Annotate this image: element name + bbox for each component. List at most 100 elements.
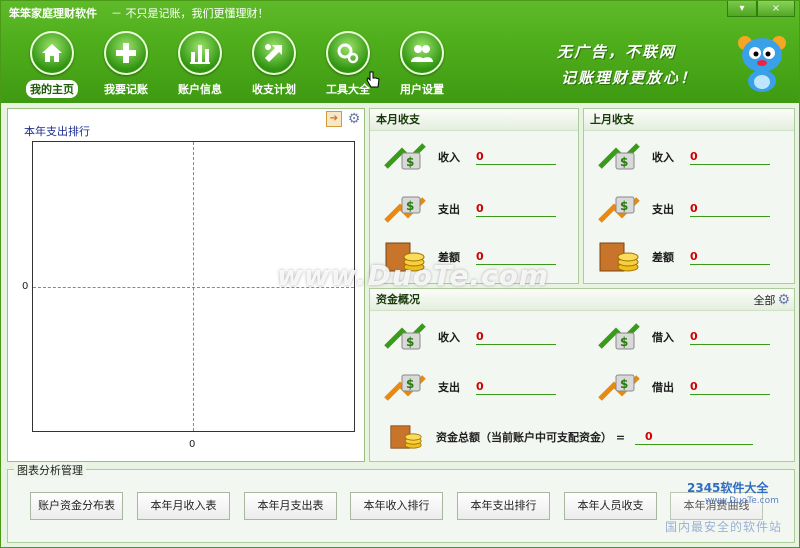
minimize-button[interactable]: ▾ xyxy=(727,1,757,17)
svg-text:$: $ xyxy=(620,377,628,391)
borrow-in-icon: $ xyxy=(594,317,644,357)
income-label: 收入 xyxy=(438,331,460,344)
funds-title: 资金概况 xyxy=(370,289,794,311)
income-ranking-button[interactable]: 本年收入排行 xyxy=(350,492,443,520)
this-month-expense-row: $ 支出 0 xyxy=(380,189,556,229)
svg-text:$: $ xyxy=(406,335,414,349)
site-watermark: 2345软件大全 www.DuoTe.com 国内最安全的软件站 xyxy=(665,479,799,543)
expense-label: 支出 xyxy=(438,203,460,216)
nav-home-label: 我的主页 xyxy=(26,80,78,98)
svg-text:$: $ xyxy=(406,199,414,213)
main-nav: 我的主页 我要记账 账户信息 收支计划 工具大全 用户设置 xyxy=(15,31,459,98)
hand-cursor-icon xyxy=(366,71,380,88)
users-icon xyxy=(411,45,433,62)
ad-line-2: 记账理财更放心！ xyxy=(561,69,698,87)
nav-home[interactable]: 我的主页 xyxy=(15,31,89,98)
svg-text:$: $ xyxy=(620,335,628,349)
watermark-url: www.DuoTe.com xyxy=(705,496,779,506)
svg-text:$: $ xyxy=(406,377,414,391)
last-month-diff-row: 差额 0 xyxy=(594,237,770,277)
monthly-expense-button[interactable]: 本年月支出表 xyxy=(244,492,337,520)
this-month-panel: 本月收支 $ 收入 0 $ 支出 0 差额 0 xyxy=(369,108,579,284)
income-icon: $ xyxy=(380,317,430,357)
expense-icon: $ xyxy=(380,189,430,229)
ad-slogan: 无广告，不联网 记账理财更放心！ xyxy=(557,39,697,91)
lend-out-label: 借出 xyxy=(652,381,674,394)
total-value: 0 xyxy=(635,430,754,445)
chart-y-tick: 0 xyxy=(22,281,29,292)
expense-value: 0 xyxy=(690,202,770,217)
funds-expense-row: $ 支出 0 xyxy=(380,367,556,407)
expense-ranking-button[interactable]: 本年支出排行 xyxy=(457,492,550,520)
income-value: 0 xyxy=(690,150,770,165)
this-month-title: 本月收支 xyxy=(370,109,578,131)
total-label: 资金总额（当前账户中可支配资金） = xyxy=(436,431,626,444)
expense-icon: $ xyxy=(380,367,430,407)
duote-watermark: www.DuoTe.com xyxy=(277,259,549,292)
exchange-icon xyxy=(265,44,282,62)
diff-label: 差额 xyxy=(652,251,674,264)
last-month-title: 上月收支 xyxy=(584,109,794,131)
nav-account-label: 账户信息 xyxy=(178,83,222,96)
last-month-panel: 上月收支 $ 收入 0 $ 支出 0 差额 0 xyxy=(583,108,795,284)
analysis-title: 图表分析管理 xyxy=(14,462,86,478)
this-month-income-row: $ 收入 0 xyxy=(380,137,556,177)
home-icon xyxy=(42,44,62,62)
close-button[interactable]: × xyxy=(757,1,795,17)
all-accounts-button[interactable]: 全部 ⚙ xyxy=(753,292,790,308)
last-month-expense-row: $ 支出 0 xyxy=(594,189,770,229)
app-name: 笨笨家庭理财软件 xyxy=(9,7,97,20)
chart-title: 本年支出排行 xyxy=(24,125,90,138)
member-summary-button[interactable]: 本年人员收支 xyxy=(564,492,657,520)
expense-label: 支出 xyxy=(438,381,460,394)
svg-text:$: $ xyxy=(620,199,628,213)
watermark-2345: 2345软件大全 xyxy=(687,481,769,495)
funds-borrow-in-row: $ 借入 0 xyxy=(594,317,770,357)
nav-account[interactable]: 账户信息 xyxy=(163,31,237,98)
watermark-tagline: 国内最安全的软件站 xyxy=(665,520,783,534)
gear-icon: ⚙ xyxy=(777,292,790,308)
nav-plan[interactable]: 收支计划 xyxy=(237,31,311,98)
income-value: 0 xyxy=(476,330,556,345)
mascot-icon xyxy=(738,36,786,92)
window-controls: ▾ × xyxy=(727,1,795,17)
funds-total-row: 资金总额（当前账户中可支配资金） = 0 xyxy=(386,417,754,457)
borrow-in-value: 0 xyxy=(690,330,770,345)
funds-overview-panel: 资金概况 全部 ⚙ $ 收入 0 $ 支出 0 $ 借入 0 $ 借出 0 资金总… xyxy=(369,288,795,462)
income-label: 收入 xyxy=(652,151,674,164)
nav-plan-label: 收支计划 xyxy=(252,83,296,96)
all-label: 全部 xyxy=(753,294,776,307)
ad-line-1: 无广告，不联网 xyxy=(557,43,677,61)
bar-chart-icon xyxy=(190,45,210,64)
last-month-income-row: $ 收入 0 xyxy=(594,137,770,177)
expense-value: 0 xyxy=(476,380,556,395)
lend-out-value: 0 xyxy=(690,380,770,395)
income-icon: $ xyxy=(380,137,430,177)
lend-out-icon: $ xyxy=(594,367,644,407)
svg-text:$: $ xyxy=(620,155,628,169)
funds-income-row: $ 收入 0 xyxy=(380,317,556,357)
app-slogan: － 不只是记账，我们更懂理财！ xyxy=(111,7,269,20)
plus-icon xyxy=(116,43,136,63)
income-label: 收入 xyxy=(438,151,460,164)
gear-icon[interactable]: ⚙ xyxy=(346,111,362,127)
monthly-income-button[interactable]: 本年月收入表 xyxy=(137,492,230,520)
coins-icon xyxy=(386,417,426,457)
expense-label: 支出 xyxy=(652,203,674,216)
income-value: 0 xyxy=(476,150,556,165)
account-distribution-button[interactable]: 账户资金分布表 xyxy=(30,492,123,520)
main-window: 笨笨家庭理财软件 － 不只是记账，我们更懂理财！ ▾ × 我的主页 我要记账 账户… xyxy=(0,0,800,548)
nav-settings-label: 用户设置 xyxy=(400,83,444,96)
nav-settings[interactable]: 用户设置 xyxy=(385,31,459,98)
top-toolbar: 笨笨家庭理财软件 － 不只是记账，我们更懂理财！ ▾ × 我的主页 我要记账 账户… xyxy=(1,1,799,103)
nav-record-label: 我要记账 xyxy=(104,83,148,96)
arrow-right-icon[interactable]: ➔ xyxy=(326,111,342,127)
nav-record[interactable]: 我要记账 xyxy=(89,31,163,98)
expense-value: 0 xyxy=(476,202,556,217)
borrow-in-label: 借入 xyxy=(652,331,674,344)
chart-x-tick: 0 xyxy=(189,439,196,450)
income-icon: $ xyxy=(594,137,644,177)
diff-value: 0 xyxy=(690,250,770,265)
gears-icon xyxy=(337,43,359,64)
window-title: 笨笨家庭理财软件 － 不只是记账，我们更懂理财！ xyxy=(9,5,269,21)
